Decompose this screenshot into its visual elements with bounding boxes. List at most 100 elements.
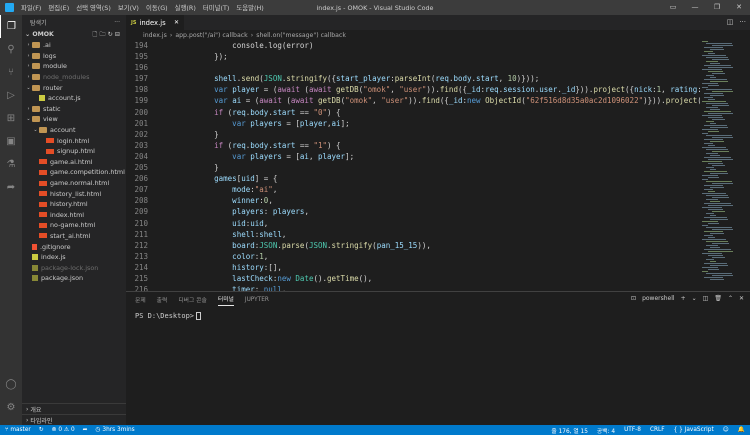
breadcrumb-scope-1[interactable]: app.post("/ai") callback	[175, 32, 247, 39]
breadcrumb-file[interactable]: index.js	[143, 32, 167, 39]
code-token: ,	[281, 229, 287, 239]
tree-item[interactable]: no-game.html	[22, 220, 126, 231]
split-editor-icon[interactable]: ◫	[727, 18, 734, 26]
line-number: 212	[134, 240, 148, 250]
minimap-line	[706, 57, 728, 58]
time-tracker[interactable]: ◷ 3hrs 3mins	[96, 427, 135, 433]
menu-item[interactable]: 이동(G)	[146, 3, 168, 12]
tree-item[interactable]: game.ai.html	[22, 157, 126, 168]
settings-gear-icon[interactable]: ⚙	[0, 396, 22, 419]
code-editor[interactable]: 194 console.log(error) 195 }); 196 197 shel…	[126, 41, 700, 291]
menu-item[interactable]: 터미널(T)	[203, 3, 230, 12]
trash-icon[interactable]: 🗑	[714, 295, 722, 302]
tab-index-js[interactable]: JS index.js ✕	[126, 15, 184, 30]
folder-icon	[32, 105, 40, 112]
minimap[interactable]	[700, 41, 750, 291]
tree-item[interactable]: › module	[22, 61, 126, 72]
cursor-position[interactable]: 줄 176, 열 15	[551, 426, 587, 435]
account-icon[interactable]: ◯	[0, 373, 22, 396]
code-token: :	[263, 207, 273, 217]
split-terminal-icon[interactable]: ◫	[703, 295, 709, 302]
tree-item[interactable]: login.html	[22, 135, 126, 146]
tree-item[interactable]: game.competition.html	[22, 167, 126, 178]
tree-item[interactable]: index.html	[22, 210, 126, 221]
live-share-icon[interactable]: ➦	[0, 176, 22, 199]
menu-item[interactable]: 실행(R)	[175, 3, 196, 12]
encoding[interactable]: UTF-8	[624, 427, 641, 433]
run-debug-icon[interactable]: ▷	[0, 84, 22, 107]
menu-item[interactable]: 편집(E)	[48, 3, 69, 12]
sync-icon[interactable]: ↻	[39, 427, 44, 433]
tree-item[interactable]: .gitignore	[22, 241, 126, 252]
language-mode[interactable]: { } JavaScript	[674, 427, 714, 433]
close-panel-icon[interactable]: ✕	[739, 295, 744, 302]
tree-item[interactable]: › static	[22, 104, 126, 115]
code-token: console.log(error)	[178, 41, 314, 50]
panel-tab[interactable]: JUPYTER	[245, 297, 269, 303]
code-token: rating	[670, 85, 698, 95]
tree-item[interactable]: game.normal.html	[22, 178, 126, 189]
more-actions-icon[interactable]: ···	[739, 18, 746, 26]
tree-item[interactable]: › logs	[22, 51, 126, 62]
explorer-icon[interactable]: ❐	[0, 15, 22, 38]
menu-item[interactable]: 선택 영역(S)	[76, 3, 111, 12]
live-share-status-icon[interactable]: ➦	[83, 427, 88, 433]
tree-item[interactable]: ⌄ account	[22, 125, 126, 136]
tree-item[interactable]: ⌄ router	[22, 82, 126, 93]
branch-status[interactable]: ⑂ master	[5, 427, 31, 433]
close-button[interactable]: ✕	[728, 0, 750, 15]
end-of-line[interactable]: CRLF	[650, 427, 665, 433]
menu-item[interactable]: 보기(V)	[118, 3, 139, 12]
project-name: OMOK	[32, 31, 54, 38]
code-token: _id	[561, 85, 576, 95]
notifications-icon[interactable]: 🔔	[738, 427, 745, 433]
tree-item[interactable]: › node_modules	[22, 72, 126, 83]
minimap-line	[710, 81, 728, 82]
code-token: shell	[178, 229, 255, 239]
minimize-button[interactable]: —	[684, 0, 706, 15]
tree-item[interactable]: history_list.html	[22, 188, 126, 199]
minimap-line	[712, 119, 725, 120]
problems-status[interactable]: ⊗ 0 ⚠ 0	[52, 427, 75, 433]
outline-section[interactable]: › 개요	[22, 403, 126, 414]
testing-icon[interactable]: ⚗	[0, 153, 22, 176]
panel-tab[interactable]: 디버그 콘솔	[178, 295, 207, 304]
indentation[interactable]: 공백: 4	[597, 426, 615, 435]
remote-explorer-icon[interactable]: ▣	[0, 130, 22, 153]
terminal[interactable]: PS D:\Desktop>	[126, 307, 750, 320]
chevron-down-icon[interactable]: ⌄	[692, 295, 697, 302]
chevron-up-icon[interactable]: ⌃	[728, 295, 733, 302]
tree-item[interactable]: start_ai.html	[22, 231, 126, 242]
code-line: 207 mode: "ai",	[126, 185, 700, 196]
minimap-line	[712, 243, 729, 244]
tree-item[interactable]: ⌄ view	[22, 114, 126, 125]
tree-item[interactable]: package-lock.json	[22, 262, 126, 273]
code-line: 194 console.log(error)	[126, 41, 700, 52]
tree-item[interactable]: package.json	[22, 273, 126, 284]
menu-item[interactable]: 파일(F)	[21, 3, 41, 12]
more-actions-icon[interactable]: ···	[114, 19, 120, 26]
project-root[interactable]: ⌄ OMOK 🗋🗀↻⊟	[22, 29, 126, 40]
panel-tab[interactable]: 터미널	[217, 294, 234, 306]
timeline-section[interactable]: › 타임라인	[22, 414, 126, 425]
breadcrumb-scope-2[interactable]: shell.on("message") callback	[256, 32, 346, 39]
tree-item[interactable]: › .ai	[22, 40, 126, 51]
tree-item[interactable]: account.js	[22, 93, 126, 104]
shell-name[interactable]: powershell	[642, 295, 675, 302]
maximize-button[interactable]: ❐	[706, 0, 728, 15]
feedback-icon[interactable]: ☺	[723, 427, 729, 433]
panel-tab[interactable]: 출력	[157, 295, 168, 304]
explorer-actions-icons[interactable]: 🗋🗀↻⊟	[92, 29, 122, 40]
panel-tab[interactable]: 문제	[135, 295, 146, 304]
close-tab-icon[interactable]: ✕	[174, 19, 179, 26]
tree-item[interactable]: history.html	[22, 199, 126, 210]
extensions-icon[interactable]: ⊞	[0, 107, 22, 130]
add-terminal-icon[interactable]: +	[681, 295, 686, 302]
tree-item[interactable]: signup.html	[22, 146, 126, 157]
layout-icon[interactable]: ▭	[662, 0, 684, 15]
search-icon[interactable]: ⚲	[0, 38, 22, 61]
code-token: var	[178, 151, 251, 161]
source-control-icon[interactable]: ⑂	[0, 61, 22, 84]
tree-item[interactable]: index.js	[22, 252, 126, 263]
menu-item[interactable]: 도움말(H)	[236, 3, 263, 12]
